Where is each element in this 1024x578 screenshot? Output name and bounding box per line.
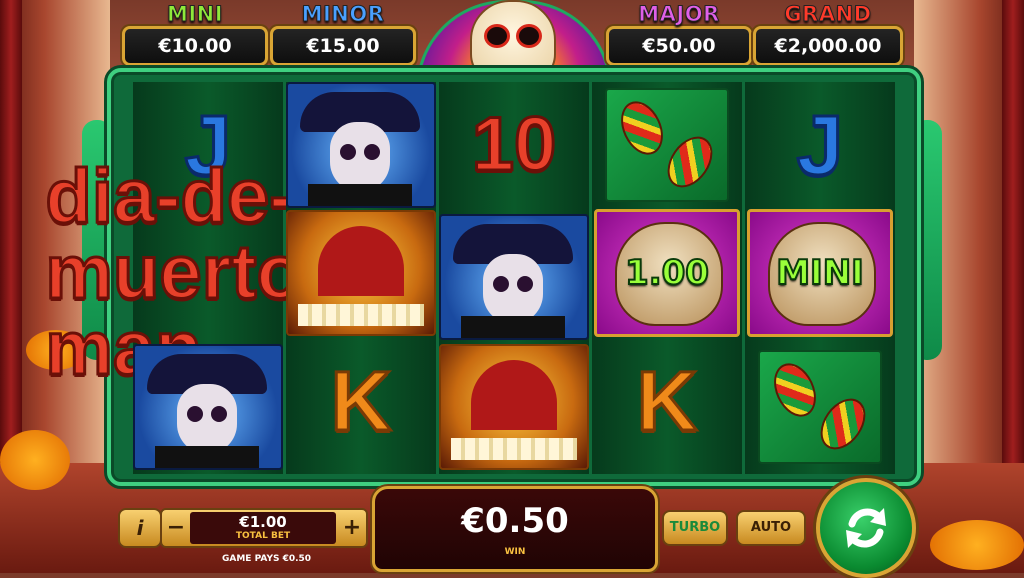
- symbol-cell: J: [745, 82, 895, 208]
- symbol-k: K: [329, 354, 393, 448]
- symbol-cell: [745, 344, 895, 470]
- marigold-decoration: [0, 430, 70, 490]
- symbol-cell: [133, 344, 283, 470]
- bonus-cash-value: 1.00: [624, 252, 710, 294]
- win-label: WIN: [504, 547, 526, 557]
- symbol-altar: [439, 344, 589, 470]
- symbol-maracas: [605, 88, 729, 202]
- total-bet-label: TOTAL BET: [235, 531, 291, 541]
- symbol-cell: [592, 82, 742, 208]
- increase-bet-button[interactable]: +: [340, 512, 364, 544]
- spin-arrows-icon: [846, 508, 886, 548]
- symbol-cell: dia-de-muertos-man: [44, 157, 372, 388]
- symbol-cell: 1.00: [592, 209, 742, 337]
- reel-5: J MINI: [745, 82, 895, 474]
- symbol-cell: K: [286, 338, 436, 464]
- symbol-bonus-skull: MINI: [747, 209, 893, 337]
- symbol-cell: [439, 344, 589, 470]
- reel-3: 10: [439, 82, 589, 474]
- jackpot-label: MINI: [166, 2, 224, 27]
- autoplay-button[interactable]: AUTO: [736, 510, 806, 546]
- jackpot-label: MINOR: [301, 2, 385, 27]
- symbol-cell: [286, 210, 436, 336]
- jackpot-minor: MINOR €15.00: [268, 2, 418, 66]
- symbol-k: K: [635, 354, 699, 448]
- jackpot-label: MAJOR: [638, 2, 720, 27]
- info-button[interactable]: i: [118, 508, 162, 548]
- symbol-cell: [286, 82, 436, 208]
- symbol-altar: [286, 210, 436, 336]
- reel-4: 1.00 K: [592, 82, 742, 474]
- symbol-cell: 10: [439, 82, 589, 208]
- reel-2: K: [286, 82, 436, 474]
- decrease-bet-button[interactable]: −: [164, 512, 188, 544]
- jackpot-mini: MINI €10.00: [120, 2, 270, 66]
- background-pillar-left: [0, 0, 22, 480]
- symbol-j: J: [795, 98, 845, 192]
- jackpot-label: GRAND: [784, 2, 872, 27]
- game-pays-text: GAME PAYS €0.50: [222, 554, 312, 564]
- jackpot-value: €15.00: [270, 26, 416, 66]
- symbol-cell: K: [592, 338, 742, 464]
- symbol-cell: MINI: [745, 209, 895, 337]
- total-bet-display: €1.00 TOTAL BET: [190, 512, 336, 544]
- bonus-jackpot-label: MINI: [775, 252, 865, 294]
- symbol-maracas: [758, 350, 882, 464]
- symbol-10: 10: [470, 102, 558, 187]
- win-value: €0.50: [461, 501, 569, 541]
- marigold-decoration: [930, 520, 1024, 570]
- reel-1: J dia-de-muertos-man: [44, 82, 372, 474]
- spin-button[interactable]: [816, 478, 916, 578]
- jackpot-value: €2,000.00: [753, 26, 903, 66]
- symbol-bonus-skull: 1.00: [594, 209, 740, 337]
- reel-frame: J dia-de-muertos-man K 10 1.00 K J MINI: [44, 68, 921, 486]
- jackpot-value: €50.00: [606, 26, 752, 66]
- win-display: €0.50 WIN: [372, 486, 658, 572]
- jackpot-value: €10.00: [122, 26, 268, 66]
- background-pillar-right: [1002, 0, 1024, 480]
- jackpot-grand: GRAND €2,000.00: [752, 2, 904, 66]
- jackpot-major: MAJOR €50.00: [604, 2, 754, 66]
- turbo-button[interactable]: TURBO: [662, 510, 728, 546]
- symbol-skull-man: [286, 82, 436, 208]
- symbol-skull-man: [439, 214, 589, 340]
- symbol-cell: [439, 214, 589, 340]
- bet-panel: − €1.00 TOTAL BET +: [160, 508, 368, 548]
- total-bet-value: €1.00: [239, 513, 287, 531]
- symbol-skull-man: [133, 344, 283, 470]
